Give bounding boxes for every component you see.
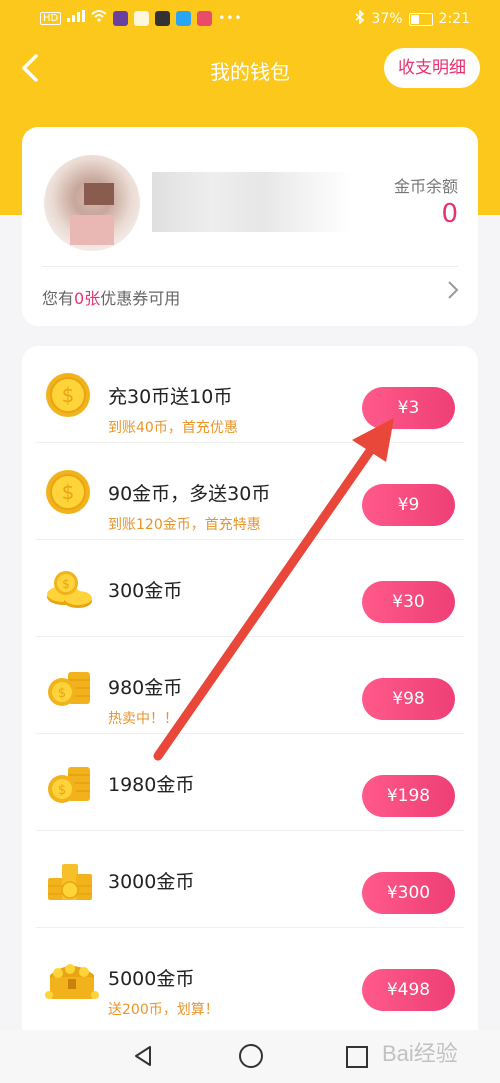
- package-title: 90金币，多送30币: [108, 483, 271, 505]
- divider: [42, 266, 458, 267]
- price-button[interactable]: ¥300: [362, 872, 455, 914]
- watermark-text: Bai经验: [382, 1041, 458, 1066]
- svg-text:$: $: [58, 783, 66, 798]
- username-blurred: [152, 172, 352, 232]
- package-row[interactable]: $ 300金币 ¥30: [22, 540, 478, 637]
- status-bar: HD ••• 37% 2:21: [0, 0, 500, 38]
- price-button[interactable]: ¥198: [362, 775, 455, 817]
- status-icons-right: 37% 2:21: [355, 9, 470, 28]
- nav-back-icon[interactable]: [132, 1044, 154, 1072]
- transaction-details-button[interactable]: 收支明细: [384, 48, 480, 88]
- treasure-chest-icon: [44, 953, 99, 1001]
- avatar[interactable]: [44, 155, 140, 251]
- wallet-card: 金币余额 0 您有0张优惠券可用: [22, 127, 478, 326]
- app-notification-icon: [197, 10, 213, 26]
- top-navigation: 我的钱包 收支明细: [0, 40, 500, 100]
- package-title: 300金币: [108, 580, 183, 602]
- package-row[interactable]: 3000金币 ¥300: [22, 831, 478, 928]
- coin-stack-icon: $: [44, 759, 92, 807]
- coupon-suffix: 优惠券可用: [100, 289, 181, 308]
- package-title: 3000金币: [108, 871, 195, 893]
- app-notification-icon: [155, 10, 171, 26]
- clock-time: 2:21: [438, 11, 470, 27]
- package-title: 5000金币: [108, 968, 195, 990]
- coin-single-icon: $: [44, 468, 92, 516]
- svg-text:$: $: [58, 686, 66, 701]
- battery-icon: [408, 12, 433, 26]
- app-notification-icon: [113, 10, 129, 26]
- svg-text:$: $: [62, 577, 70, 591]
- system-navigation-bar: Bai经验: [0, 1030, 500, 1083]
- package-subtitle: 送200币，划算！: [108, 1002, 219, 1018]
- coin-few-icon: $: [44, 565, 92, 613]
- app-notification-icon: [134, 10, 150, 26]
- coupon-row[interactable]: 您有0张优惠券可用: [42, 285, 180, 309]
- nav-home-icon[interactable]: [239, 1044, 263, 1068]
- package-row[interactable]: $ 充30币送10币 到账40币，首充优惠 ¥3: [22, 346, 478, 443]
- svg-text:$: $: [62, 383, 75, 407]
- svg-text:$: $: [62, 480, 75, 504]
- watermark-logo: Bai经验: [382, 1036, 492, 1076]
- more-notifications-icon: •••: [218, 11, 243, 25]
- package-row[interactable]: $ 90金币，多送30币 到账120金币，首充特惠 ¥9: [22, 443, 478, 540]
- package-row[interactable]: 5000金币 送200币，划算！ ¥498: [22, 928, 478, 1025]
- app-notification-icon: [176, 10, 192, 26]
- balance-label: 金币余额: [393, 177, 458, 196]
- package-title: 充30币送10币: [108, 386, 233, 408]
- coin-single-icon: $: [44, 371, 92, 419]
- nav-recent-apps-icon[interactable]: [346, 1046, 368, 1068]
- coupon-prefix: 您有: [42, 289, 75, 308]
- bluetooth-icon: [355, 9, 365, 28]
- signal-icon: [67, 10, 86, 26]
- hd-label: HD: [40, 11, 62, 25]
- package-row[interactable]: $ 980金币 热卖中！！ ¥98: [22, 637, 478, 734]
- package-subtitle: 热卖中！！: [108, 711, 178, 727]
- balance-value: 0: [441, 199, 458, 229]
- wifi-icon: [91, 10, 107, 26]
- package-title: 980金币: [108, 677, 183, 699]
- price-button[interactable]: ¥98: [362, 678, 455, 720]
- package-row[interactable]: $ 1980金币 ¥198: [22, 734, 478, 831]
- package-title: 1980金币: [108, 774, 195, 796]
- package-subtitle: 到账120金币，首充特惠: [108, 517, 261, 533]
- status-icons-left: HD •••: [40, 10, 242, 26]
- chevron-right-icon[interactable]: [446, 279, 460, 307]
- coin-pile-icon: [44, 856, 92, 904]
- price-button[interactable]: ¥9: [362, 484, 455, 526]
- coin-stack-icon: $: [44, 662, 92, 710]
- coupon-count: 0张: [74, 289, 101, 308]
- price-button[interactable]: ¥3: [362, 387, 455, 429]
- recharge-package-list: $ 充30币送10币 到账40币，首充优惠 ¥3 $ 90金币，多送30币 到账…: [22, 346, 478, 1036]
- price-button[interactable]: ¥498: [362, 969, 455, 1011]
- battery-percent: 37%: [371, 11, 403, 27]
- package-subtitle: 到账40币，首充优惠: [108, 420, 238, 436]
- price-button[interactable]: ¥30: [362, 581, 455, 623]
